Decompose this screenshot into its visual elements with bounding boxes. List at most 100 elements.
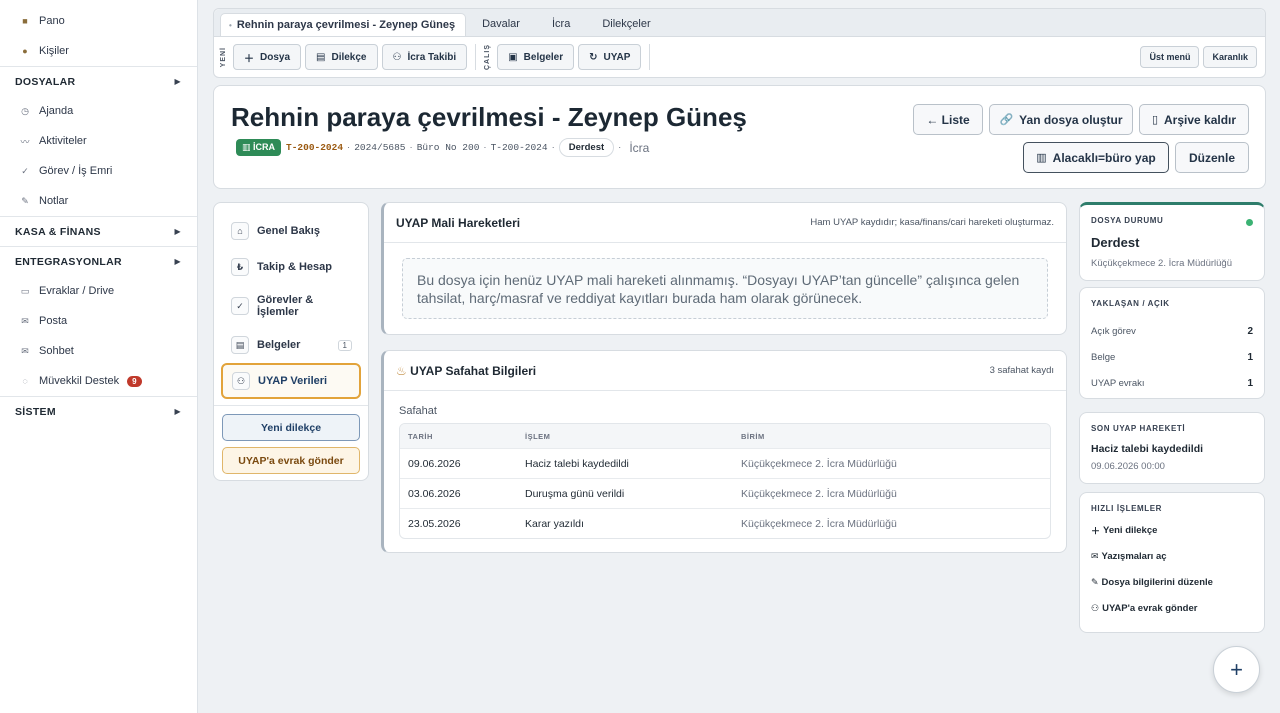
table-row[interactable]: 23.05.2026 Karar yazıldı Küçükçekmece 2.… (400, 508, 1050, 538)
check-icon: ✓ (231, 297, 249, 315)
ust-menu-button[interactable]: Üst menü (1140, 46, 1200, 68)
nav-takip-hesap[interactable]: ₺ Takip & Hesap (221, 249, 361, 285)
table-header: TARİH İŞLEM BİRİM (400, 424, 1050, 448)
save-icon: ▣ (508, 51, 518, 63)
count-badge: 1 (337, 339, 352, 351)
folder-icon: ▭ (20, 285, 30, 296)
panel-title: UYAP Mali Hareketleri (396, 215, 521, 230)
edit-button[interactable]: Düzenle (1175, 142, 1249, 173)
tab-active-case[interactable]: • Rehnin paraya çevrilmesi - Zeynep Güneş (220, 13, 467, 36)
nav-belgeler[interactable]: ▤ Belgeler 1 (221, 327, 361, 363)
chat-icon: ✉ (21, 345, 29, 356)
quick-send-uyap[interactable]: ⚇ UYAP'a evrak gönder (1091, 595, 1253, 621)
status-dot (1246, 219, 1253, 226)
sidebar-item-evraklar[interactable]: ▭ Evraklar / Drive (0, 276, 197, 306)
new-icra-takibi-button[interactable]: ⚇ İcra Takibi (381, 44, 468, 70)
chevron-right-icon: ▶ (174, 407, 181, 416)
tab-davalar[interactable]: Davalar (466, 13, 536, 36)
new-dosya-button[interactable]: ＋ Dosya (233, 44, 302, 70)
file-status: Derdest (1091, 235, 1140, 250)
binoculars-icon: ⚇ (232, 372, 250, 390)
set-creditor-office-button[interactable]: ▥ Alacaklı=büro yap (1023, 142, 1169, 173)
send-uyap-document-button[interactable]: UYAP'a evrak gönder (222, 447, 360, 474)
create-side-file-button[interactable]: 🔗 Yan dosya oluştur (989, 104, 1133, 135)
case-meta: ▥ İCRA T-200-2024 · 2024/5685 · Büro No … (236, 138, 649, 157)
pencil-icon: ✎ (1091, 576, 1099, 587)
tab-dilekceler[interactable]: Dilekçeler (586, 13, 666, 36)
sidebar-item-posta[interactable]: ✉ Posta (0, 306, 197, 336)
section-label: Safahat (399, 405, 437, 417)
nav-genel-bakis[interactable]: ⌂ Genel Bakış (221, 213, 361, 249)
notification-badge: 9 (127, 375, 142, 387)
case-nav: ⌂ Genel Bakış ₺ Takip & Hesap ✓ Görevler & … (213, 202, 369, 481)
open-task-row[interactable]: Açık görev 2 (1091, 318, 1253, 344)
case-code: T-200-2024 (286, 142, 344, 153)
cake-icon: ♨ (396, 363, 411, 378)
uyap-safahat-panel: ♨ UYAP Safahat Bilgileri 3 safahat kaydı… (381, 350, 1067, 553)
tool-row: YENİ ＋ Dosya ▤ Dilekçe ⚇ İcra Takibi ÇALIŞ … (214, 37, 1265, 77)
workspace-toolbar: • Rehnin paraya çevrilmesi - Zeynep Güneş… (213, 8, 1266, 78)
office-icon: ▥ (1036, 152, 1047, 164)
clock-icon: ◷ (21, 105, 29, 116)
speech-icon: ◌ (22, 376, 28, 386)
check-icon: ✓ (21, 165, 29, 176)
quick-open-correspondence[interactable]: ✉ Yazışmaları aç (1091, 543, 1253, 569)
uyap-financial-panel: UYAP Mali Hareketleri Ham UYAP kaydıdır;… (381, 202, 1067, 335)
sidebar-item-gorev[interactable]: ✓ Görev / İş Emri (0, 156, 197, 186)
table-row[interactable]: 03.06.2026 Duruşma günü verildi Küçükçek… (400, 478, 1050, 508)
table-row[interactable]: 09.06.2026 Haciz talebi kaydedildi Küçük… (400, 448, 1050, 478)
binoculars-icon: ⚇ (392, 51, 402, 63)
status-badge: Derdest (558, 138, 615, 157)
grid-icon: ■ (22, 16, 28, 26)
sidebar-item-pano[interactable]: ■ Pano (0, 6, 197, 36)
buro-no: Büro No 200 (416, 142, 480, 153)
toolbar-divider (475, 44, 477, 70)
people-icon: ● (22, 46, 28, 56)
sidebar-section-sistem[interactable]: SİSTEM ▶ (0, 396, 197, 426)
nav-gorevler[interactable]: ✓ Görevler & İşlemler (221, 285, 361, 327)
chevron-right-icon: ▶ (174, 257, 181, 266)
empty-state: Bu dosya için henüz UYAP mali hareketi a… (402, 258, 1048, 319)
nav-uyap-verileri[interactable]: ⚇ UYAP Verileri (221, 363, 361, 399)
sidebar-item-aktiviteler[interactable]: 〰 Aktiviteler (0, 126, 197, 156)
case-type: İcra (629, 140, 650, 155)
tab-bar: • Rehnin paraya çevrilmesi - Zeynep Güneş… (214, 9, 1265, 37)
sidebar-item-ajanda[interactable]: ◷ Ajanda (0, 96, 197, 126)
archive-button[interactable]: ▯ Arşive kaldır (1139, 104, 1249, 135)
pencil-icon: ✎ (21, 195, 29, 206)
building-icon: ▥ (242, 142, 254, 152)
sidebar-section-dosyalar[interactable]: DOSYALAR ▶ (0, 66, 197, 96)
chevron-right-icon: ▶ (174, 77, 181, 86)
dark-mode-button[interactable]: Karanlık (1203, 46, 1257, 68)
record-count: 3 safahat kaydı (989, 365, 1054, 376)
back-to-list-button[interactable]: ← Liste (913, 104, 983, 135)
case-code-secondary: T-200-2024 (490, 142, 548, 153)
archive-icon: ▯ (1151, 114, 1158, 126)
document-row[interactable]: Belge 1 (1091, 344, 1253, 370)
quick-edit-file[interactable]: ✎ Dosya bilgilerini düzenle (1091, 569, 1253, 595)
sidebar-item-kisiler[interactable]: ● Kişiler (0, 36, 197, 66)
last-uyap-card: SON UYAP HAREKETİ Haciz talebi kaydedild… (1079, 412, 1265, 484)
sidebar-section-entegrasyonlar[interactable]: ENTEGRASYONLAR ▶ (0, 246, 197, 276)
add-floating-button[interactable]: + (1213, 646, 1260, 693)
dot-icon: • (229, 21, 232, 30)
quick-new-petition[interactable]: ＋ Yeni dilekçe (1091, 517, 1253, 543)
mail-icon: ✉ (21, 315, 29, 326)
last-action: Haciz talebi kaydedildi (1091, 443, 1204, 455)
new-dilekce-button[interactable]: ▤ Dilekçe (305, 44, 378, 70)
new-petition-button[interactable]: Yeni dilekçe (222, 414, 360, 441)
panel-note: Ham UYAP kaydıdır; kasa/finans/cari hare… (810, 217, 1054, 228)
uyap-document-row[interactable]: UYAP evrakı 1 (1091, 370, 1253, 396)
file-status-card: DOSYA DURUMU Derdest Küçükçekmece 2. İcr… (1079, 202, 1265, 281)
belgeler-button[interactable]: ▣ Belgeler (497, 44, 575, 70)
sidebar-item-muvekkil-destek[interactable]: ◌ Müvekkil Destek 9 (0, 366, 197, 396)
quick-actions-card: HIZLI İŞLEMLER ＋ Yeni dilekçe ✉ Yazışmalar… (1079, 492, 1265, 633)
sidebar-item-sohbet[interactable]: ✉ Sohbet (0, 336, 197, 366)
tab-icra[interactable]: İcra (536, 13, 586, 36)
uyap-button[interactable]: ↻ UYAP (578, 44, 642, 70)
group-label-yeni: YENİ (220, 46, 227, 68)
sidebar-item-notlar[interactable]: ✎ Notlar (0, 186, 197, 216)
safahat-table: TARİH İŞLEM BİRİM 09.06.2026 Haciz taleb… (399, 423, 1051, 539)
sidebar-section-kasa[interactable]: KASA & FİNANS ▶ (0, 216, 197, 246)
mail-icon: ✉ (1091, 550, 1099, 561)
